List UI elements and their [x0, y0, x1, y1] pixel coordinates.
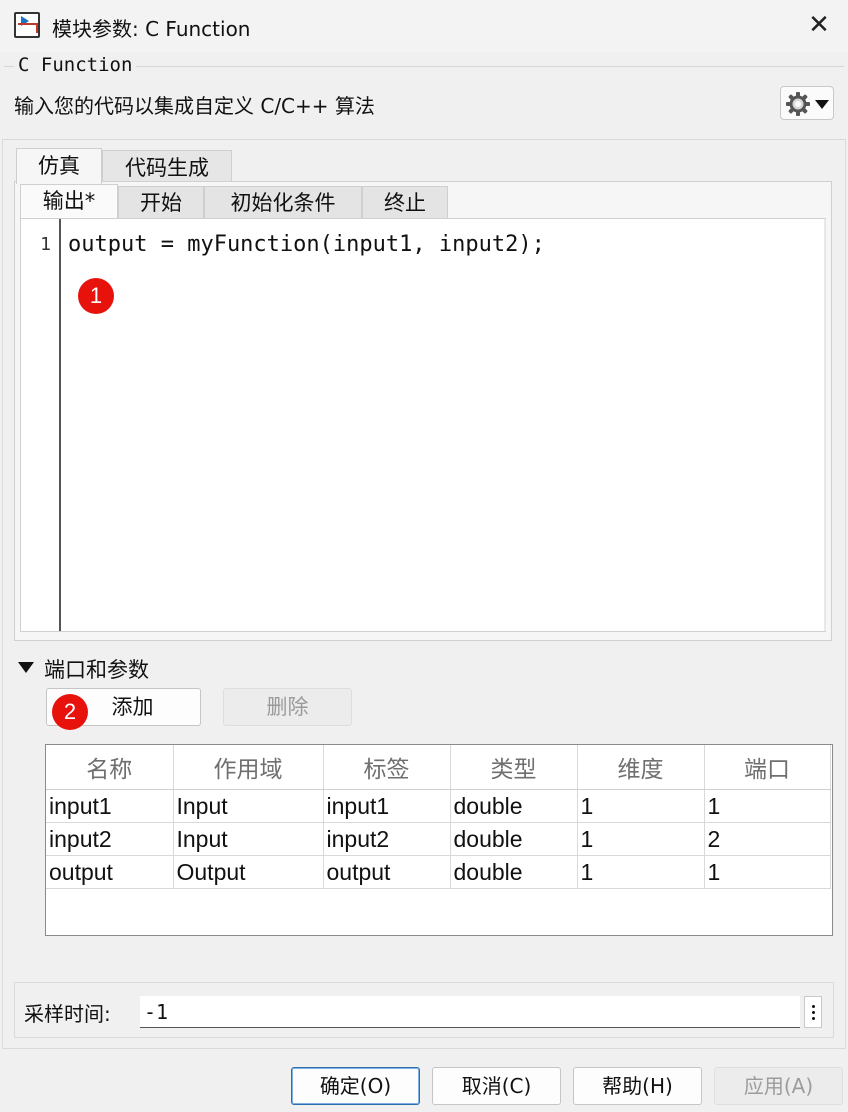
- cell-port[interactable]: 1: [704, 789, 831, 823]
- cell-name[interactable]: input2: [46, 822, 174, 856]
- editor-scrollbar[interactable]: [824, 219, 826, 631]
- block-description: 输入您的代码以集成自定义 C/C++ 算法: [14, 94, 375, 118]
- column-header-size[interactable]: 维度: [577, 745, 705, 790]
- code-editor[interactable]: [20, 218, 826, 632]
- table-header-row: 名称 作用域 标签 类型 维度 端口: [46, 745, 831, 790]
- cell-scope[interactable]: Output: [173, 855, 324, 889]
- cell-label[interactable]: output: [323, 855, 451, 889]
- app-icon: [14, 12, 40, 38]
- cell-type[interactable]: double: [450, 822, 578, 856]
- cell-type[interactable]: double: [450, 789, 578, 823]
- cell-scope[interactable]: Input: [173, 789, 324, 823]
- cell-scope[interactable]: Input: [173, 822, 324, 856]
- gear-icon: [786, 92, 810, 116]
- cell-label[interactable]: input1: [323, 789, 451, 823]
- cell-port[interactable]: 2: [704, 822, 831, 856]
- tab-start[interactable]: 开始: [118, 186, 204, 218]
- cell-port[interactable]: 1: [704, 855, 831, 889]
- cancel-button[interactable]: 取消(C): [432, 1067, 561, 1105]
- settings-button[interactable]: [780, 86, 834, 120]
- annotation-badge-2: 2: [52, 694, 88, 730]
- line-gutter: [21, 219, 61, 631]
- block-name: C Function: [14, 54, 137, 76]
- apply-button[interactable]: 应用(A): [714, 1067, 843, 1105]
- triangle-down-icon[interactable]: [18, 662, 34, 673]
- cell-name[interactable]: input1: [46, 789, 174, 823]
- code-line[interactable]: output = myFunction(input1, input2);: [68, 232, 545, 257]
- column-header-port[interactable]: 端口: [704, 745, 831, 790]
- sample-time-label: 采样时间:: [24, 1002, 111, 1026]
- ports-section-title[interactable]: 端口和参数: [44, 654, 149, 684]
- cell-name[interactable]: output: [46, 855, 174, 889]
- cell-type[interactable]: double: [450, 855, 578, 889]
- tab-terminate[interactable]: 终止: [362, 186, 448, 218]
- column-header-name[interactable]: 名称: [46, 745, 174, 790]
- tab-initial-conditions[interactable]: 初始化条件: [204, 186, 362, 218]
- help-button[interactable]: 帮助(H): [573, 1067, 702, 1105]
- chevron-down-icon: [815, 100, 829, 109]
- table-row[interactable]: output Output output double 1 1: [46, 855, 831, 889]
- annotation-badge-1: 1: [78, 278, 114, 314]
- delete-button[interactable]: 删除: [223, 688, 352, 726]
- column-header-type[interactable]: 类型: [450, 745, 578, 790]
- table-row[interactable]: input2 Input input2 double 1 2: [46, 822, 831, 856]
- tab-output[interactable]: 输出*: [20, 184, 118, 218]
- sample-time-input[interactable]: -1: [140, 996, 800, 1028]
- vertical-ellipsis-icon[interactable]: [804, 996, 822, 1028]
- tab-codegen[interactable]: 代码生成: [102, 150, 232, 184]
- ports-table: 名称 作用域 标签 类型 维度 端口 input1 Input input1 d…: [46, 745, 831, 889]
- table-row[interactable]: input1 Input input1 double 1 1: [46, 789, 831, 823]
- line-number: 1: [40, 234, 51, 255]
- column-header-label[interactable]: 标签: [323, 745, 451, 790]
- ok-button[interactable]: 确定(O): [291, 1067, 420, 1105]
- cell-size[interactable]: 1: [577, 855, 705, 889]
- cell-label[interactable]: input2: [323, 822, 451, 856]
- cell-size[interactable]: 1: [577, 822, 705, 856]
- close-icon[interactable]: ✕: [804, 10, 834, 40]
- window-title: 模块参数: C Function: [52, 17, 251, 41]
- cell-size[interactable]: 1: [577, 789, 705, 823]
- column-header-scope[interactable]: 作用域: [173, 745, 324, 790]
- tab-simulation[interactable]: 仿真: [16, 148, 102, 184]
